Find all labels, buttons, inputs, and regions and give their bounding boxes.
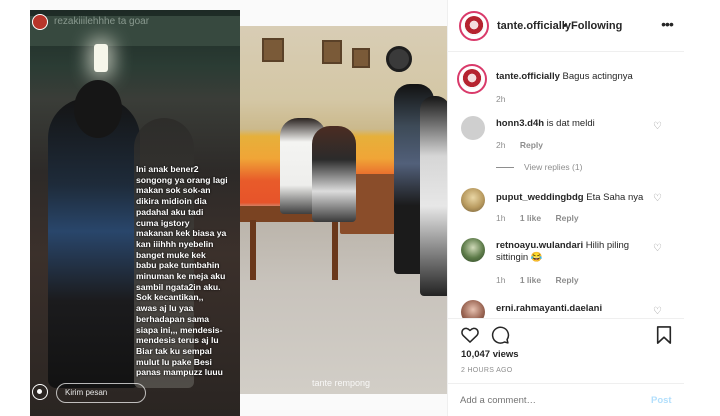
commenter-avatar[interactable] — [461, 188, 485, 212]
comment-like-count[interactable]: 1 like — [520, 213, 541, 223]
post-media[interactable]: rezakiiilehhhe ta goar Ini anak bener2 s… — [30, 0, 447, 416]
header-separator: • — [563, 20, 567, 32]
post-timestamp[interactable]: 2 HOURS AGO — [461, 367, 513, 374]
commenter-username[interactable]: puput_weddingbdg — [496, 192, 584, 203]
comment-meta: 2h — [496, 94, 517, 104]
ceiling-light — [94, 44, 108, 72]
wall-picture — [262, 38, 284, 62]
story-avatar — [32, 14, 48, 30]
comment-heart-icon[interactable]: ♡ — [653, 193, 664, 204]
add-comment-bar: Post — [448, 383, 684, 416]
comment-text-row: erni.rahmayanti.daelani — [496, 303, 654, 315]
view-replies-link[interactable]: View replies (1) — [496, 162, 582, 172]
camera-icon — [32, 384, 48, 400]
comment-text: Bagus actingnya — [562, 71, 633, 82]
comment-heart-icon[interactable]: ♡ — [653, 121, 664, 132]
restaurant-video-panel: tante rempong — [240, 26, 447, 394]
heart-icon[interactable] — [460, 325, 480, 345]
comment-meta: 2h Reply — [496, 140, 555, 150]
reply-button[interactable]: Reply — [520, 140, 543, 150]
commenter-username[interactable]: tante.officially — [496, 71, 560, 82]
comment-text: Eta Saha nya — [586, 192, 644, 203]
post-header: tante.officially • Following ••• — [448, 0, 684, 52]
instagram-post-modal: rezakiiilehhhe ta goar Ini anak bener2 s… — [0, 0, 720, 416]
story-header-text: rezakiiilehhhe ta goar — [54, 16, 150, 27]
comment-time: 2h — [496, 140, 506, 150]
commenter-avatar[interactable] — [461, 238, 485, 262]
wall-picture — [322, 40, 342, 64]
commenter-avatar[interactable] — [461, 116, 485, 140]
reply-button[interactable]: Reply — [556, 275, 579, 285]
person-head — [74, 80, 122, 138]
comment-time: 1h — [496, 275, 506, 285]
comment-text: is dat meldi — [546, 118, 595, 129]
author-username[interactable]: tante.officially — [497, 20, 571, 32]
seated-person — [312, 126, 356, 222]
comment-time: 1h — [496, 213, 506, 223]
commenter-avatar[interactable] — [461, 300, 485, 318]
view-replies-label[interactable]: View replies (1) — [524, 162, 582, 172]
story-screenshot-panel: rezakiiilehhhe ta goar Ini anak bener2 s… — [30, 10, 240, 416]
comment-time: 2h — [496, 94, 506, 104]
author-avatar[interactable] — [459, 11, 489, 41]
comment-like-count[interactable]: 1 like — [520, 275, 541, 285]
commenter-avatar[interactable] — [457, 64, 487, 94]
post-actions: 10,047 views 2 HOURS AGO Post — [448, 318, 684, 416]
wall-fan — [386, 46, 412, 72]
commenter-username[interactable]: erni.rahmayanti.daelani — [496, 303, 602, 314]
reply-button[interactable]: Reply — [556, 213, 579, 223]
comment-meta: 1h 1 like Reply — [496, 275, 591, 285]
wall-picture — [352, 48, 370, 68]
commenter-username[interactable]: honn3.d4h — [496, 118, 544, 129]
comment-text-row: honn3.d4h is dat meldi — [496, 118, 654, 130]
person-figure — [48, 98, 140, 388]
replies-divider — [496, 167, 514, 169]
comments-list[interactable]: tante.officially Bagus actingnya 2h honn… — [448, 52, 684, 318]
comment-meta: 1h 1 like Reply — [496, 213, 591, 223]
commenter-username[interactable]: retnoayu.wulandari — [496, 240, 583, 251]
story-caption-text: Ini anak bener2 songong ya orang lagi ma… — [136, 164, 228, 378]
standing-person — [420, 96, 447, 296]
story-message-input: Kirim pesan — [56, 383, 146, 403]
add-comment-input[interactable] — [460, 395, 630, 406]
bench-leg — [250, 220, 256, 280]
comment-heart-icon[interactable]: ♡ — [653, 306, 664, 317]
comment-text-row: retnoayu.wulandari Hilih piling sittingi… — [496, 240, 654, 264]
post-sidebar: tante.officially • Following ••• tante.o… — [447, 0, 684, 416]
bench-leg — [332, 220, 338, 280]
view-count[interactable]: 10,047 views — [461, 349, 519, 360]
more-horizontal-icon[interactable]: ••• — [659, 16, 675, 32]
comment-icon[interactable] — [490, 325, 510, 345]
post-comment-button[interactable]: Post — [651, 395, 672, 406]
following-button[interactable]: Following — [571, 20, 622, 32]
video-watermark: tante rempong — [312, 378, 371, 388]
comment-heart-icon[interactable]: ♡ — [653, 243, 664, 254]
comment-text-row: tante.officially Bagus actingnya — [496, 71, 654, 83]
bookmark-icon[interactable] — [655, 325, 673, 345]
comment-text-row: puput_weddingbdg Eta Saha nya — [496, 192, 654, 204]
